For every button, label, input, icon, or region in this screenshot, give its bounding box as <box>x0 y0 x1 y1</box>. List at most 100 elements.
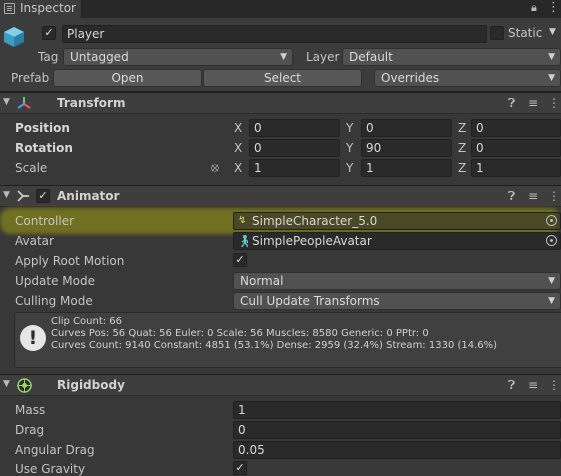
axis-x-label[interactable]: X <box>234 161 242 175</box>
help-icon[interactable]: ❓︎ <box>508 378 515 393</box>
inspector-icon <box>4 3 15 14</box>
chevron-down-icon: ▼ <box>548 73 555 83</box>
tag-label: Tag <box>38 50 59 64</box>
position-label: Position <box>15 121 70 135</box>
apply-root-motion-label: Apply Root Motion <box>15 254 125 268</box>
chevron-down-icon: ▼ <box>548 296 555 306</box>
update-mode-value: Normal <box>240 274 284 288</box>
culling-mode-value: Cull Update Transforms <box>240 294 380 308</box>
axis-x-label[interactable]: X <box>234 121 242 135</box>
controller-label: Controller <box>15 214 75 228</box>
avatar-label: Avatar <box>15 234 54 248</box>
rigidbody-icon <box>17 378 32 393</box>
transform-icon <box>17 97 31 109</box>
angular-drag-field[interactable]: 0.05 <box>233 441 561 459</box>
use-gravity-checkbox[interactable]: ✓ <box>233 461 247 475</box>
mass-label: Mass <box>15 403 46 417</box>
more-options-icon[interactable]: ⋮ <box>547 0 560 15</box>
gameobject-cube-icon <box>4 27 24 47</box>
more-options-icon[interactable]: ⋮ <box>548 96 560 110</box>
animator-enabled-checkbox[interactable]: ✓ <box>36 189 50 203</box>
static-label: Static <box>508 26 543 40</box>
apply-root-motion-checkbox[interactable]: ✓ <box>233 253 247 267</box>
avatar-value: SimplePeopleAvatar <box>252 234 372 248</box>
layer-label: Layer <box>306 50 340 64</box>
prefab-select-button[interactable]: Select <box>203 69 362 87</box>
axis-z-label[interactable]: Z <box>458 121 466 135</box>
axis-y-label[interactable]: Y <box>346 161 353 175</box>
animator-icon <box>17 190 29 202</box>
drag-field[interactable]: 0 <box>233 421 561 439</box>
help-icon[interactable]: ❓︎ <box>508 189 515 204</box>
layer-dropdown[interactable]: Default ▼ <box>342 48 561 66</box>
foldout-arrow-icon[interactable]: ▼ <box>3 190 10 200</box>
animator-info-box: ! Clip Count: 66 Curves Pos: 56 Quat: 56… <box>14 312 561 368</box>
presets-icon[interactable]: ≡ <box>528 96 538 110</box>
constrain-proportions-icon[interactable]: ⦻ <box>211 160 219 175</box>
avatar-field[interactable]: 🚶︎ SimplePeopleAvatar <box>233 232 561 250</box>
component-title: Rigidbody <box>57 378 125 392</box>
axis-y-label[interactable]: Y <box>346 121 353 135</box>
transform-header[interactable]: ▼ Transform ❓︎ ≡ ⋮ <box>0 92 561 114</box>
presets-icon[interactable]: ≡ <box>528 378 538 392</box>
culling-mode-dropdown[interactable]: Cull Update Transforms ▼ <box>233 292 561 310</box>
prefab-label: Prefab <box>11 71 50 85</box>
foldout-arrow-icon[interactable]: ▼ <box>3 97 10 107</box>
rotation-x-field[interactable]: 0 <box>249 139 340 157</box>
axis-x-label[interactable]: X <box>234 141 242 155</box>
scale-label: Scale <box>15 161 48 175</box>
update-mode-label: Update Mode <box>15 274 95 288</box>
info-line: Curves Pos: 56 Quat: 56 Euler: 0 Scale: … <box>51 328 429 339</box>
prefab-open-button[interactable]: Open <box>53 69 202 87</box>
help-icon[interactable]: ❓︎ <box>508 96 515 111</box>
tab-inspector[interactable]: Inspector <box>0 0 82 18</box>
tag-value: Untagged <box>70 50 129 64</box>
animator-header[interactable]: ▼ ✓ Animator ❓︎ ≡ ⋮ <box>0 185 561 207</box>
foldout-arrow-icon[interactable]: ▼ <box>3 379 10 389</box>
scale-z-field[interactable]: 1 <box>471 159 561 177</box>
layer-value: Default <box>349 50 393 64</box>
active-checkbox[interactable]: ✓ <box>42 26 56 40</box>
position-z-field[interactable]: 0 <box>471 119 561 137</box>
more-options-icon[interactable]: ⋮ <box>548 378 560 392</box>
rigidbody-header[interactable]: ▼ Rigidbody ❓︎ ≡ ⋮ <box>0 374 561 396</box>
rotation-z-field[interactable]: 0 <box>471 139 561 157</box>
controller-value: SimpleCharacter_5.0 <box>252 214 378 228</box>
use-gravity-label: Use Gravity <box>15 462 86 476</box>
animator-controller-icon: ↯ <box>238 215 247 226</box>
rotation-y-field[interactable]: 90 <box>361 139 452 157</box>
axis-y-label[interactable]: Y <box>346 141 353 155</box>
position-x-field[interactable]: 0 <box>249 119 340 137</box>
controller-field[interactable]: ↯ SimpleCharacter_5.0 <box>233 212 561 230</box>
info-line: Curves Count: 9140 Constant: 4851 (53.1%… <box>51 340 498 351</box>
warning-icon: ! <box>20 325 46 351</box>
scale-x-field[interactable]: 1 <box>249 159 340 177</box>
object-picker-icon[interactable] <box>546 235 557 246</box>
prefab-overrides-dropdown[interactable]: Overrides ▼ <box>374 69 561 87</box>
chevron-down-icon: ▼ <box>280 52 287 62</box>
position-y-field[interactable]: 0 <box>361 119 452 137</box>
tag-dropdown[interactable]: Untagged ▼ <box>63 48 293 66</box>
static-checkbox[interactable] <box>490 26 504 40</box>
culling-mode-label: Culling Mode <box>15 294 93 308</box>
tab-title: Inspector <box>20 1 76 15</box>
scale-y-field[interactable]: 1 <box>361 159 452 177</box>
mass-field[interactable]: 1 <box>233 401 561 419</box>
axis-z-label[interactable]: Z <box>458 161 466 175</box>
update-mode-dropdown[interactable]: Normal ▼ <box>233 272 561 290</box>
object-picker-icon[interactable] <box>546 215 557 226</box>
chevron-down-icon: ▼ <box>548 276 555 286</box>
chevron-down-icon: ▼ <box>548 52 555 62</box>
overrides-label: Overrides <box>381 71 440 85</box>
angular-drag-label: Angular Drag <box>15 443 95 457</box>
more-options-icon[interactable]: ⋮ <box>548 189 560 203</box>
gameobject-name-field[interactable]: Player <box>62 25 487 43</box>
axis-z-label[interactable]: Z <box>458 141 466 155</box>
lock-icon[interactable]: 🔒︎ <box>531 1 537 15</box>
tab-bar <box>0 0 561 18</box>
presets-icon[interactable]: ≡ <box>528 189 538 203</box>
static-dropdown-arrow[interactable]: ▼ <box>549 27 556 37</box>
rotation-label: Rotation <box>15 141 73 155</box>
drag-label: Drag <box>15 423 45 437</box>
info-line: Clip Count: 66 <box>51 316 123 327</box>
